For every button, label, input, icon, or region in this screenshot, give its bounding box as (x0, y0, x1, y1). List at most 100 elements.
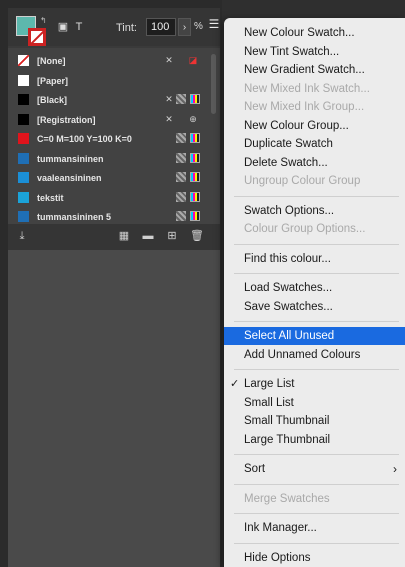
text-format-button[interactable]: T (72, 21, 86, 33)
swatch-name: [Paper] (37, 75, 69, 86)
swatch-chip (18, 55, 29, 66)
menu-item-label: Small Thumbnail (244, 415, 330, 427)
swatch-chip (18, 172, 29, 183)
swatch-name: [Black] (37, 95, 68, 105)
scrollbar[interactable] (211, 54, 216, 114)
menu-item-add-unnamed-colours[interactable]: Add Unnamed Colours (224, 346, 405, 364)
cmyk-mode-icon (190, 191, 200, 202)
container-format-icon[interactable]: ▣ (56, 21, 70, 33)
menu-item-new-mixed-ink-group: New Mixed Ink Group... (224, 98, 405, 116)
menu-item-large-thumbnail[interactable]: Large Thumbnail (224, 431, 405, 449)
swatch-name: tummansininen (37, 153, 104, 164)
swatch-name: C=0 M=100 Y=100 K=0 (37, 134, 132, 144)
menu-item-load-swatches[interactable]: Load Swatches... (224, 279, 405, 297)
checkmark-icon: ✓ (230, 378, 240, 390)
menu-item-delete-swatch[interactable]: Delete Swatch... (224, 154, 405, 172)
swap-icon[interactable]: ↰ (40, 16, 47, 25)
swatch-row-none[interactable]: [None] ✕ ◪ (8, 52, 210, 71)
menu-separator (234, 321, 399, 322)
menu-item-label: Duplicate Swatch (244, 138, 333, 150)
swatch-view-icon[interactable]: ▦ (118, 230, 130, 242)
non-editable-icon: ✕ (165, 55, 173, 65)
menu-item-select-all-unused[interactable]: Select All Unused (224, 327, 405, 345)
menu-item-label: Delete Swatch... (244, 156, 328, 169)
swatch-list: [None] ✕ ◪ [Paper] [Black] ✕ [Registration] ✕ ⊕ C… (8, 48, 220, 224)
menu-item-label: Small List (244, 396, 294, 409)
menu-separator (234, 483, 399, 485)
swatch-name: vaaleansininen (37, 173, 102, 183)
menu-item-duplicate-swatch[interactable]: Duplicate Swatch (224, 135, 405, 153)
new-swatch-icon[interactable]: ⊞ (166, 230, 178, 242)
swatch-row-vaaleansininen[interactable]: vaaleansininen (8, 169, 210, 188)
cmyk-mode-icon (190, 211, 200, 221)
tint-input[interactable]: 100 (146, 18, 176, 36)
menu-item-label: Save Swatches... (244, 300, 333, 313)
menu-separator (234, 513, 399, 514)
panel-toolbar: ↰ ▣ T Tint: 100 › % ☰ (8, 8, 220, 46)
swatch-row-paper[interactable]: [Paper] (8, 72, 210, 91)
process-color-icon (176, 172, 186, 182)
none-mode-icon: ◪ (188, 55, 198, 65)
menu-item-ungroup-colour-group: Ungroup Colour Group (224, 172, 405, 190)
swatch-row-black[interactable]: [Black] ✕ (8, 91, 210, 110)
swatches-flyout-menu: New Colour Swatch... New Tint Swatch... Ne… (224, 18, 405, 567)
panel-bottom-bar: ⤓ ▦ ▬ ⊞ 🗑 (8, 224, 220, 250)
tint-label: Tint: (116, 22, 137, 34)
non-editable-icon: ✕ (165, 113, 173, 124)
menu-item-label: Large List (244, 378, 295, 390)
menu-item-find-this-colour[interactable]: Find this colour... (224, 250, 405, 268)
stroke-swatch[interactable] (28, 28, 46, 46)
menu-item-save-swatches[interactable]: Save Swatches... (224, 298, 405, 316)
menu-item-new-colour-swatch[interactable]: New Colour Swatch... (224, 24, 405, 42)
menu-item-label: Add Unnamed Colours (244, 348, 361, 361)
menu-item-ink-manager[interactable]: Ink Manager... (224, 519, 405, 537)
delete-swatch-icon[interactable]: 🗑 (190, 230, 204, 242)
swatch-chip (18, 133, 29, 144)
swatch-name: tekstit (37, 192, 64, 203)
menu-item-new-gradient-swatch[interactable]: New Gradient Swatch... (224, 61, 405, 79)
process-color-icon (176, 94, 186, 104)
show-swatch-kinds-icon[interactable]: ⤓ (16, 230, 28, 242)
menu-item-label: Swatch Options... (244, 204, 335, 217)
menu-item-new-colour-group[interactable]: New Colour Group... (224, 117, 405, 135)
swatch-row-tummansininen[interactable]: tummansininen (8, 150, 210, 169)
swatch-chip (18, 152, 29, 164)
swatch-row-registration[interactable]: [Registration] ✕ ⊕ (8, 111, 210, 130)
process-color-icon (176, 191, 186, 202)
menu-item-label: New Colour Swatch... (244, 27, 355, 39)
panel-menu-icon[interactable]: ☰ (206, 14, 222, 34)
menu-separator (234, 542, 399, 544)
menu-item-label: Select All Unused (244, 330, 335, 342)
cmyk-mode-icon (190, 94, 200, 104)
cmyk-mode-icon (190, 172, 200, 182)
menu-separator (234, 243, 399, 245)
registration-icon: ⊕ (189, 113, 197, 124)
menu-item-label: Hide Options (244, 551, 311, 564)
menu-separator (234, 273, 399, 274)
swatch-chip (18, 74, 29, 86)
menu-item-new-tint-swatch[interactable]: New Tint Swatch... (224, 43, 405, 61)
menu-item-sort[interactable]: Sort › (224, 460, 405, 478)
tint-dropdown-arrow[interactable]: › (178, 18, 191, 36)
swatch-chip (18, 94, 29, 105)
menu-item-small-thumbnail[interactable]: Small Thumbnail (224, 412, 405, 430)
process-color-icon (176, 152, 186, 163)
menu-item-small-list[interactable]: Small List (224, 394, 405, 412)
menu-item-colour-group-options: Colour Group Options... (224, 220, 405, 238)
menu-item-large-list[interactable]: ✓ Large List (224, 375, 405, 393)
menu-item-label: Find this colour... (244, 252, 331, 265)
swatch-row-c-0-m-100-y-100-k-0[interactable]: C=0 M=100 Y=100 K=0 (8, 130, 210, 149)
swatch-chip (18, 211, 29, 222)
menu-item-label: Load Swatches... (244, 282, 333, 294)
cmyk-mode-icon (190, 133, 200, 143)
new-color-group-icon[interactable]: ▬ (142, 230, 154, 242)
swatch-row-tekstit[interactable]: tekstit (8, 189, 210, 208)
menu-item-label: Merge Swatches (244, 492, 330, 505)
swatch-chip (18, 191, 29, 203)
menu-item-label: New Mixed Ink Group... (244, 101, 365, 113)
submenu-arrow-icon: › (393, 462, 397, 476)
fill-stroke-proxy[interactable]: ↰ (16, 16, 48, 48)
menu-item-label: Ungroup Colour Group (244, 175, 361, 187)
menu-item-swatch-options[interactable]: Swatch Options... (224, 202, 405, 220)
menu-item-hide-options[interactable]: Hide Options (224, 549, 405, 567)
